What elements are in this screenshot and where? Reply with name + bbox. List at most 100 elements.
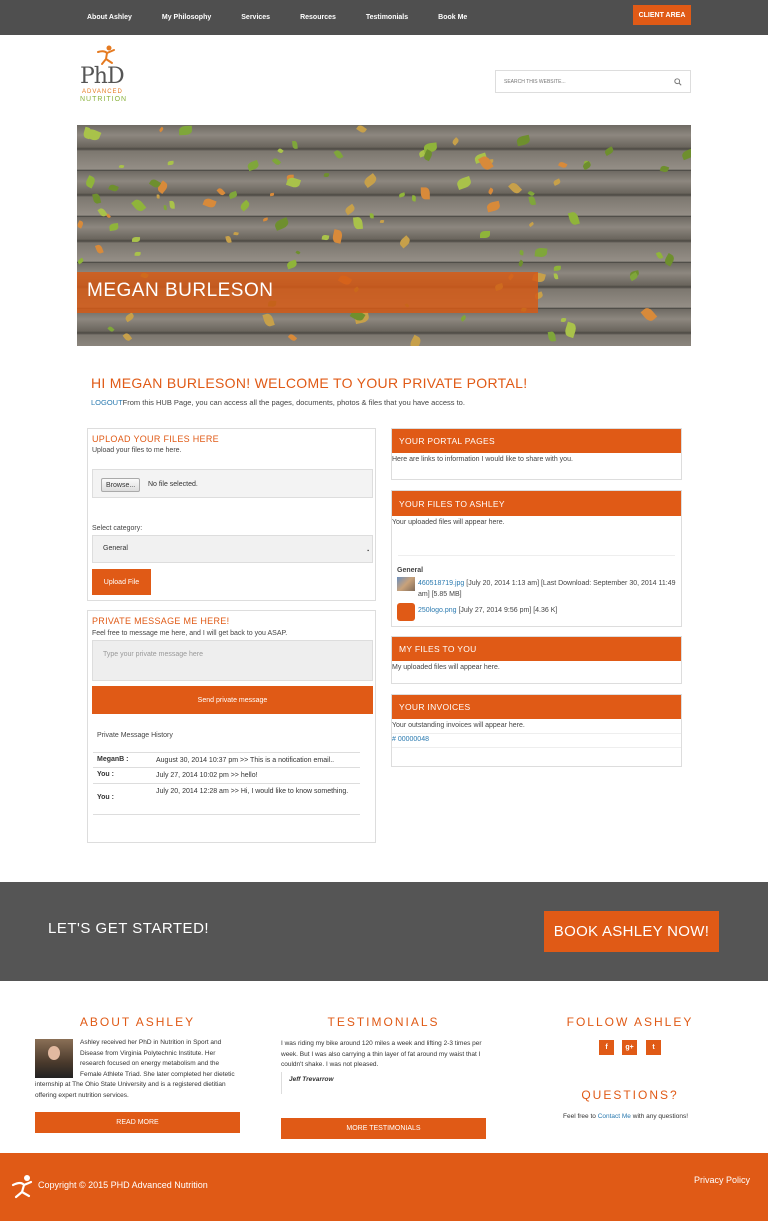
copyright-text: Copyright © 2015 PHD Advanced Nutrition <box>38 1180 208 1190</box>
testimonial-author: Jeff Trevarrow <box>289 1076 334 1083</box>
read-more-button[interactable]: READ MORE <box>35 1112 240 1133</box>
leaf-decoration <box>163 205 168 211</box>
logout-link[interactable]: LOGOUT <box>91 398 123 407</box>
hero-name-banner: MEGAN BURLESON <box>77 272 538 313</box>
leaf-decoration <box>560 317 567 322</box>
leaf-decoration <box>527 189 536 197</box>
questions-post: with any questions! <box>630 1113 689 1120</box>
logo-subtitle-advanced: ADVANCED <box>82 89 123 95</box>
hero-banner-image: MEGAN BURLESON <box>77 125 691 346</box>
message-history-row: MeganB : August 30, 2014 10:37 pm >> Thi… <box>93 752 360 768</box>
runner-logo-icon <box>97 45 115 65</box>
leaf-decoration <box>132 236 141 243</box>
file-input: Browse... No file selected. <box>92 469 373 498</box>
browse-button[interactable]: Browse... <box>101 478 141 492</box>
runner-footer-icon <box>11 1175 33 1199</box>
category-label: Select category: <box>92 525 143 532</box>
leaf-decoration <box>84 174 97 189</box>
leaf-decoration <box>286 259 299 269</box>
file-meta: [July 27, 2014 9:56 pm] [4.36 K] <box>456 607 558 614</box>
message-history-row: You : July 27, 2014 10:02 pm >> hello! <box>93 768 360 784</box>
leaf-decoration <box>203 197 218 210</box>
leaf-decoration <box>655 251 663 260</box>
leaf-decoration <box>158 126 164 133</box>
leaf-decoration <box>353 217 363 231</box>
invoices-text: Your outstanding invoices will appear he… <box>392 722 525 729</box>
main-menu: About Ashley My Philosophy Services Reso… <box>77 0 497 35</box>
nav-book-me[interactable]: Book Me <box>438 14 477 21</box>
twitter-icon[interactable]: t <box>646 1040 661 1055</box>
leaf-decoration <box>478 154 494 172</box>
facebook-icon[interactable]: f <box>599 1040 614 1055</box>
leaf-decoration <box>487 187 495 195</box>
client-area-button[interactable]: CLIENT AREA <box>633 5 691 25</box>
leaf-decoration <box>168 201 175 210</box>
book-ashley-button[interactable]: BOOK ASHLEY NOW! <box>544 911 719 952</box>
nav-services[interactable]: Services <box>241 14 280 21</box>
footer-bar: Copyright © 2015 PHD Advanced Nutrition … <box>0 1153 768 1221</box>
ashley-avatar <box>35 1039 73 1078</box>
file-thumbnail-2 <box>397 603 415 621</box>
nav-testimonials[interactable]: Testimonials <box>366 14 418 21</box>
nav-resources[interactable]: Resources <box>300 14 346 21</box>
file-entry-1: 460518719.jpg [July 20, 2014 1:13 am] [L… <box>418 578 678 600</box>
message-history-title: Private Message History <box>97 732 173 739</box>
client-name-heading: MEGAN BURLESON <box>87 280 274 301</box>
leaf-decoration <box>408 334 424 346</box>
invoices-title: YOUR INVOICES <box>392 695 681 719</box>
leaf-decoration <box>397 235 412 250</box>
leaf-decoration <box>94 244 104 255</box>
leaf-decoration <box>287 333 297 343</box>
files-to-ashley-title: YOUR FILES TO ASHLEY <box>392 491 681 516</box>
search-input[interactable] <box>504 78 674 85</box>
leaf-decoration <box>663 253 676 267</box>
leaf-decoration <box>323 172 330 177</box>
message-sender: MeganB : <box>97 756 129 763</box>
private-message-textarea[interactable]: Type your private message here <box>92 640 373 681</box>
leaf-decoration <box>558 160 568 169</box>
files-to-ashley-panel: YOUR FILES TO ASHLEY Your uploaded files… <box>391 490 682 627</box>
nav-about-ashley[interactable]: About Ashley <box>87 14 142 21</box>
select-arrow-icon: ▪ <box>367 548 369 554</box>
leaf-decoration <box>247 160 260 171</box>
leaf-decoration <box>451 136 461 146</box>
more-testimonials-button[interactable]: MORE TESTIMONIALS <box>281 1118 486 1139</box>
leaf-decoration <box>344 203 357 216</box>
portal-pages-text: Here are links to information I would li… <box>392 456 573 463</box>
about-title: ABOUT ASHLEY <box>79 1015 196 1029</box>
leaf-decoration <box>528 222 535 228</box>
send-private-message-button[interactable]: Send private message <box>92 686 373 714</box>
site-logo[interactable]: PhD ADVANCED NUTRITION <box>80 44 140 106</box>
files-to-ashley-text: Your uploaded files will appear here. <box>392 519 505 526</box>
leaf-decoration <box>286 176 302 190</box>
leaf-decoration <box>604 146 615 156</box>
top-navigation-bar: About Ashley My Philosophy Services Reso… <box>0 0 768 35</box>
leaf-decoration <box>156 194 160 199</box>
file-link[interactable]: 460518719.jpg <box>418 580 464 587</box>
message-text: July 20, 2014 12:28 am >> Hi, I would li… <box>156 788 349 795</box>
leaf-decoration <box>216 186 226 196</box>
questions-text: Feel free to Contact Me with any questio… <box>563 1113 688 1120</box>
category-select[interactable]: General ▪ <box>92 535 373 563</box>
privacy-policy-link[interactable]: Privacy Policy <box>694 1175 750 1185</box>
invoice-link[interactable]: # 00000048 <box>392 736 429 743</box>
file-link[interactable]: 250logo.png <box>418 607 457 614</box>
leaf-decoration <box>548 331 557 342</box>
leaf-decoration <box>107 183 119 193</box>
leaf-decoration <box>273 216 291 231</box>
files-to-you-text: My uploaded files will appear here. <box>392 664 500 671</box>
leaf-decoration <box>225 235 232 244</box>
google-plus-icon[interactable]: g+ <box>622 1040 637 1055</box>
call-to-action-band: LET'S GET STARTED! BOOK ASHLEY NOW! <box>0 882 768 981</box>
upload-file-button[interactable]: Upload File <box>92 569 151 595</box>
cta-text: LET'S GET STARTED! <box>48 920 210 937</box>
nav-my-philosophy[interactable]: My Philosophy <box>162 14 221 21</box>
divider <box>398 555 675 556</box>
leaf-decoration <box>106 325 114 333</box>
leaf-decoration <box>134 251 141 256</box>
leaf-decoration <box>553 266 561 272</box>
leaf-decoration <box>459 314 468 322</box>
search-icon[interactable] <box>674 77 682 86</box>
message-panel-subtitle: Feel free to message me here, and I will… <box>92 630 288 637</box>
contact-me-link[interactable]: Contact Me <box>598 1113 631 1120</box>
